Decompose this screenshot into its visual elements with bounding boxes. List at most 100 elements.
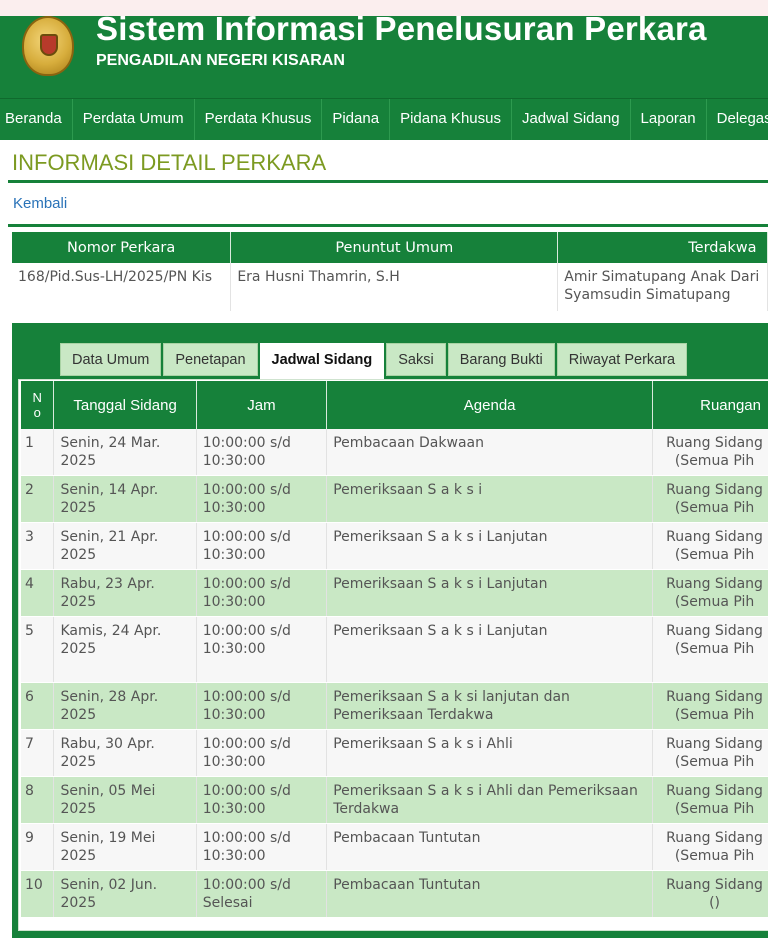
col-terdakwa: Terdakwa [557, 232, 768, 263]
nav-perdata-umum[interactable]: Perdata Umum [73, 99, 195, 140]
cell-tanggal: Senin, 02 Jun. 2025 [53, 870, 197, 918]
cell-agenda: Pembacaan Tuntutan [326, 823, 654, 871]
ruangan-line2: (Semua Pih [674, 547, 755, 563]
nav-delegasi[interactable]: Delegasi [707, 99, 768, 140]
cell-no: 10 [21, 870, 55, 918]
penuntut-umum-value: Era Husni Thamrin, S.H [230, 263, 559, 311]
table-row: 6 Senin, 28 Apr. 2025 10:00:00 s/d 10:30… [21, 682, 768, 730]
ruangan-line1: Ruang Sidang [666, 435, 763, 451]
ruangan-line1: Ruang Sidang [666, 529, 763, 545]
cell-no: 9 [21, 823, 55, 871]
ruangan-line1: Ruang Sidang [666, 736, 763, 752]
cell-no: 5 [21, 616, 55, 683]
cell-jam: 10:00:00 s/d Selesai [196, 870, 328, 918]
cell-ruangan: Ruang Sidang (Semua Pih [652, 522, 768, 570]
ruangan-line2: (Semua Pih [674, 594, 755, 610]
nav-jadwal-sidang[interactable]: Jadwal Sidang [512, 99, 631, 140]
tab-penetapan[interactable]: Penetapan [163, 343, 258, 376]
ruangan-line1: Ruang Sidang [666, 623, 763, 639]
cell-ruangan: Ruang Sidang (Semua Pih [652, 823, 768, 871]
cell-no: 4 [21, 569, 55, 617]
cell-ruangan: Ruang Sidang (Semua Pih [652, 429, 768, 476]
cell-jam: 10:00:00 s/d 10:30:00 [196, 522, 328, 570]
ruangan-line1: Ruang Sidang [666, 689, 763, 705]
cell-no: 2 [21, 475, 55, 523]
schedule-table: No Tanggal Sidang Jam Agenda Ruangan 1 S… [21, 381, 768, 918]
cell-jam: 10:00:00 s/d 10:30:00 [196, 776, 328, 824]
ruangan-line2: (Semua Pih [674, 641, 755, 657]
ruangan-line2: (Semua Pih [674, 754, 755, 770]
cell-ruangan: Ruang Sidang (Semua Pih [652, 616, 768, 683]
detail-panel: Data Umum Penetapan Jadwal Sidang Saksi … [12, 323, 768, 938]
table-row: 8 Senin, 05 Mei 2025 10:00:00 s/d 10:30:… [21, 776, 768, 824]
table-row: 3 Senin, 21 Apr. 2025 10:00:00 s/d 10:30… [21, 522, 768, 570]
cell-tanggal: Senin, 21 Apr. 2025 [53, 522, 197, 570]
cell-ruangan: Ruang Sidang (Semua Pih [652, 475, 768, 523]
cell-ruangan: Ruang Sidang () [652, 870, 768, 918]
table-row: 1 Senin, 24 Mar. 2025 10:00:00 s/d 10:30… [21, 429, 768, 476]
cell-agenda: Pemeriksaan S a k s i Ahli [326, 729, 654, 777]
nav-pidana[interactable]: Pidana [322, 99, 391, 140]
ruangan-line2: (Semua Pih [674, 707, 755, 723]
nav-beranda[interactable]: Beranda [0, 99, 73, 140]
court-emblem-icon [22, 16, 74, 76]
table-row: 2 Senin, 14 Apr. 2025 10:00:00 s/d 10:30… [21, 475, 768, 523]
cell-tanggal: Senin, 19 Mei 2025 [53, 823, 197, 871]
cell-jam: 10:00:00 s/d 10:30:00 [196, 682, 328, 730]
cell-agenda: Pembacaan Dakwaan [326, 429, 654, 476]
nav-laporan[interactable]: Laporan [631, 99, 707, 140]
cell-agenda: Pemeriksaan S a k s i Lanjutan [326, 569, 654, 617]
col-nomor-perkara: Nomor Perkara [12, 232, 232, 263]
cell-jam: 10:00:00 s/d 10:30:00 [196, 569, 328, 617]
site-subtitle: PENGADILAN NEGERI KISARAN [96, 52, 345, 69]
tab-jadwal-sidang[interactable]: Jadwal Sidang [259, 343, 385, 379]
cell-tanggal: Senin, 14 Apr. 2025 [53, 475, 197, 523]
ruangan-line2: (Semua Pih [674, 500, 755, 516]
tab-data-umum[interactable]: Data Umum [60, 343, 162, 376]
nomor-perkara-value: 168/Pid.Sus-LH/2025/PN Kis [12, 263, 232, 311]
cell-no: 3 [21, 522, 55, 570]
cell-ruangan: Ruang Sidang (Semua Pih [652, 729, 768, 777]
terdakwa-value: Amir Simatupang Anak Dari Syamsudin Sima… [557, 263, 768, 311]
cell-agenda: Pemeriksaan S a k si lanjutan dan Pemeri… [326, 682, 654, 730]
tab-barang-bukti[interactable]: Barang Bukti [447, 343, 555, 376]
table-row: 9 Senin, 19 Mei 2025 10:00:00 s/d 10:30:… [21, 823, 768, 871]
cell-jam: 10:00:00 s/d 10:30:00 [196, 823, 328, 871]
divider [8, 224, 768, 227]
ruangan-line1: Ruang Sidang [666, 482, 763, 498]
cell-agenda: Pembacaan Tuntutan [326, 870, 654, 918]
col-tanggal-sidang: Tanggal Sidang [53, 381, 197, 429]
site-header: Sistem Informasi Penelusuran Perkara PEN… [0, 10, 768, 98]
table-row: 5 Kamis, 24 Apr. 2025 10:00:00 s/d 10:30… [21, 616, 768, 683]
cell-tanggal: Senin, 24 Mar. 2025 [53, 429, 197, 476]
tab-riwayat-perkara[interactable]: Riwayat Perkara [556, 343, 688, 376]
cell-jam: 10:00:00 s/d 10:30:00 [196, 475, 328, 523]
cell-tanggal: Senin, 05 Mei 2025 [53, 776, 197, 824]
tab-saksi[interactable]: Saksi [386, 343, 446, 376]
nav-perdata-khusus[interactable]: Perdata Khusus [195, 99, 323, 140]
cell-jam: 10:00:00 s/d 10:30:00 [196, 429, 328, 476]
ruangan-line2: (Semua Pih [674, 848, 755, 864]
tab-content-jadwal-sidang: No Tanggal Sidang Jam Agenda Ruangan 1 S… [18, 379, 768, 931]
cell-ruangan: Ruang Sidang (Semua Pih [652, 776, 768, 824]
cell-agenda: Pemeriksaan S a k s i Ahli dan Pemeriksa… [326, 776, 654, 824]
main-nav: Beranda Perdata Umum Perdata Khusus Pida… [0, 98, 768, 140]
ruangan-line2: () [709, 895, 721, 911]
cell-no: 6 [21, 682, 55, 730]
tab-bar: Data Umum Penetapan Jadwal Sidang Saksi … [60, 343, 689, 379]
table-row: 10 Senin, 02 Jun. 2025 10:00:00 s/d Sele… [21, 870, 768, 918]
ruangan-line1: Ruang Sidang [666, 830, 763, 846]
table-row: 4 Rabu, 23 Apr. 2025 10:00:00 s/d 10:30:… [21, 569, 768, 617]
nav-pidana-khusus[interactable]: Pidana Khusus [390, 99, 512, 140]
page-title: INFORMASI DETAIL PERKARA [12, 150, 327, 175]
back-link[interactable]: Kembali [13, 195, 768, 212]
col-no: No [21, 381, 55, 429]
ruangan-line2: (Semua Pih [674, 801, 755, 817]
cell-tanggal: Rabu, 30 Apr. 2025 [53, 729, 197, 777]
cell-tanggal: Kamis, 24 Apr. 2025 [53, 616, 197, 683]
ruangan-line1: Ruang Sidang [666, 877, 763, 893]
col-ruangan: Ruangan [652, 381, 768, 429]
site-title: Sistem Informasi Penelusuran Perkara [96, 10, 707, 47]
cell-no: 8 [21, 776, 55, 824]
cell-no: 1 [21, 429, 55, 476]
